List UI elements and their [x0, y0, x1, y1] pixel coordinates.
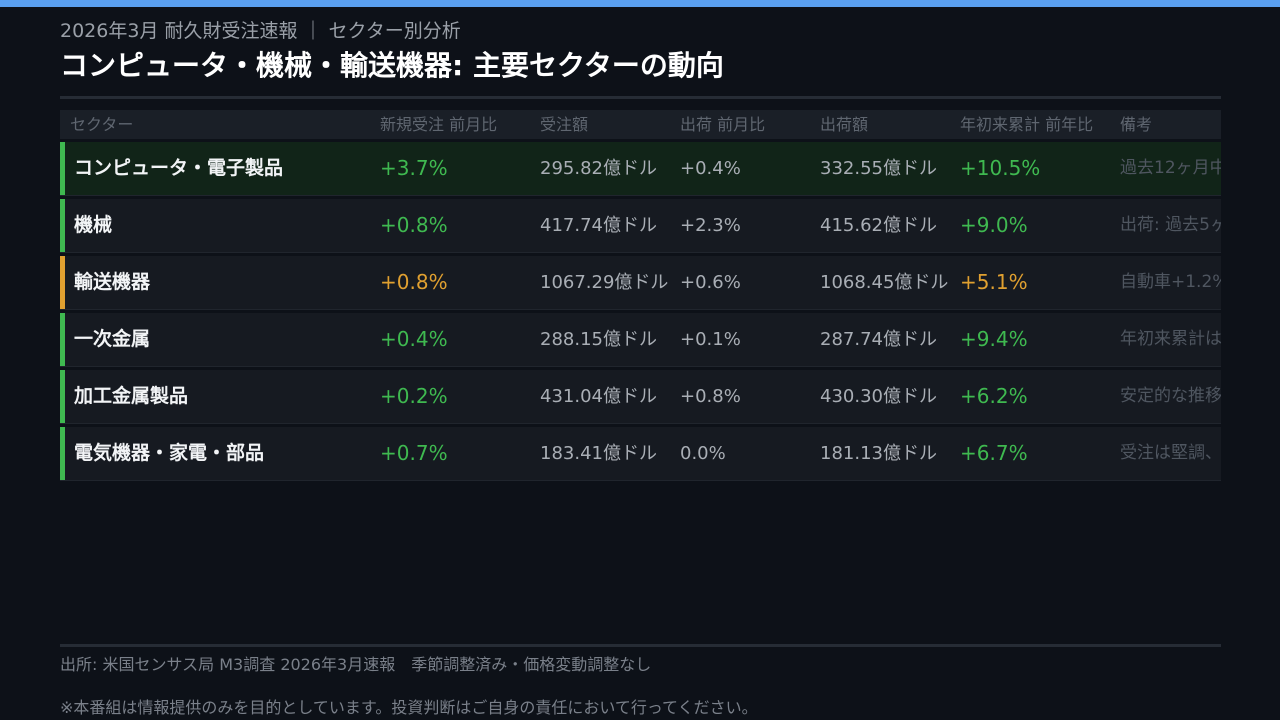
- orders-mom-value: +0.4%: [380, 327, 448, 351]
- column-header-shipments-mom: 出荷 前月比: [680, 115, 766, 134]
- orders-amount-value: 417.74億ドル: [540, 215, 657, 236]
- status-indicator-bar: [60, 199, 65, 252]
- sector-name: 電気機器・家電・部品: [74, 442, 265, 464]
- top-accent-bar: [0, 0, 1280, 7]
- table-row: 加工金属製品 +0.2% 431.04億ドル +0.8% 430.30億ドル +6.2% 安…: [60, 370, 1221, 424]
- orders-mom-value: +3.7%: [380, 156, 448, 180]
- status-indicator-bar: [60, 313, 65, 366]
- ytd-yoy-value: +9.4%: [960, 327, 1028, 351]
- orders-mom-value: +0.8%: [380, 213, 448, 237]
- source-note: 出所: 米国センサス局 M3調査 2026年3月速報 季節調整済み・価格変動調整…: [60, 655, 652, 674]
- page-title: コンピュータ・機械・輸送機器: 主要セクターの動向: [60, 49, 724, 82]
- shipments-mom-value: +0.8%: [680, 386, 741, 407]
- shipments-mom-value: +2.3%: [680, 215, 741, 236]
- orders-mom-value: +0.8%: [380, 270, 448, 294]
- ytd-yoy-value: +6.7%: [960, 441, 1028, 465]
- sector-note: 過去12ヶ月中11ヶ月増: [1120, 158, 1221, 178]
- sector-note: 年初来累計は高水準: [1120, 329, 1221, 349]
- shipments-amount-value: 181.13億ドル: [820, 443, 937, 464]
- sector-name: 一次金属: [74, 328, 151, 350]
- orders-amount-value: 295.82億ドル: [540, 158, 657, 179]
- orders-amount-value: 183.41億ドル: [540, 443, 657, 464]
- sector-table: セクター 新規受注 前月比 受注額 出荷 前月比 出荷額 年初来累計 前年比 備…: [60, 110, 1221, 484]
- column-header-ytd-yoy: 年初来累計 前年比: [960, 115, 1094, 134]
- status-indicator-bar: [60, 427, 65, 480]
- orders-mom-value: +0.2%: [380, 384, 448, 408]
- table-row: 電気機器・家電・部品 +0.7% 183.41億ドル 0.0% 181.13億ドル +6.…: [60, 427, 1221, 481]
- sector-name: 機械: [74, 214, 113, 236]
- column-header-note: 備考: [1120, 115, 1153, 134]
- orders-amount-value: 288.15億ドル: [540, 329, 657, 350]
- shipments-amount-value: 430.30億ドル: [820, 386, 937, 407]
- ytd-yoy-value: +9.0%: [960, 213, 1028, 237]
- sector-note: 受注は堅調、出荷は横ばい: [1120, 443, 1221, 463]
- table-row: 一次金属 +0.4% 288.15億ドル +0.1% 287.74億ドル +9.4% 年初来…: [60, 313, 1221, 367]
- status-indicator-bar: [60, 370, 65, 423]
- header-divider: [60, 96, 1221, 99]
- table-row: 機械 +0.8% 417.74億ドル +2.3% 415.62億ドル +9.0% 出荷: 過…: [60, 199, 1221, 253]
- table-body: コンピュータ・電子製品 +3.7% 295.82億ドル +0.4% 332.55億ドル +…: [60, 142, 1221, 481]
- shipments-mom-value: 0.0%: [680, 443, 726, 464]
- footer-divider: [60, 644, 1221, 647]
- orders-mom-value: +0.7%: [380, 441, 448, 465]
- orders-amount-value: 431.04億ドル: [540, 386, 657, 407]
- sector-note: 自動車+1.2% 民間航空機: [1120, 272, 1221, 292]
- shipments-mom-value: +0.4%: [680, 158, 741, 179]
- status-indicator-bar: [60, 142, 65, 195]
- shipments-amount-value: 287.74億ドル: [820, 329, 937, 350]
- orders-amount-value: 1067.29億ドル: [540, 272, 669, 293]
- table-row: コンピュータ・電子製品 +3.7% 295.82億ドル +0.4% 332.55億ドル +…: [60, 142, 1221, 196]
- shipments-amount-value: 332.55億ドル: [820, 158, 937, 179]
- column-header-sector: セクター: [70, 115, 134, 134]
- ytd-yoy-value: +5.1%: [960, 270, 1028, 294]
- table-header: セクター 新規受注 前月比 受注額 出荷 前月比 出荷額 年初来累計 前年比 備…: [60, 110, 1221, 139]
- sector-name: コンピュータ・電子製品: [74, 157, 284, 179]
- disclaimer: ※本番組は情報提供のみを目的としています。投資判断はご自身の責任において行ってく…: [60, 698, 758, 717]
- page-header: 2026年3月 耐久財受注速報 ｜ セクター別分析 コンピュータ・機械・輸送機器…: [60, 18, 1220, 86]
- column-header-orders-value: 受注額: [540, 115, 589, 134]
- sector-note: 安定的な推移: [1120, 386, 1221, 406]
- column-header-shipments-value: 出荷額: [820, 115, 869, 134]
- shipments-amount-value: 1068.45億ドル: [820, 272, 949, 293]
- shipments-mom-value: +0.6%: [680, 272, 741, 293]
- ytd-yoy-value: +10.5%: [960, 156, 1041, 180]
- ytd-yoy-value: +6.2%: [960, 384, 1028, 408]
- sector-name: 加工金属製品: [74, 385, 189, 407]
- shipments-mom-value: +0.1%: [680, 329, 741, 350]
- status-indicator-bar: [60, 256, 65, 309]
- table-row: 輸送機器 +0.8% 1067.29億ドル +0.6% 1068.45億ドル +5.1% 自…: [60, 256, 1221, 310]
- shipments-amount-value: 415.62億ドル: [820, 215, 937, 236]
- sector-note: 出荷: 過去5ヶ月中4ヶ月増: [1120, 215, 1221, 235]
- page-subtitle: 2026年3月 耐久財受注速報 ｜ セクター別分析: [60, 20, 461, 42]
- sector-name: 輸送機器: [74, 271, 151, 293]
- column-header-orders-mom: 新規受注 前月比: [380, 115, 498, 134]
